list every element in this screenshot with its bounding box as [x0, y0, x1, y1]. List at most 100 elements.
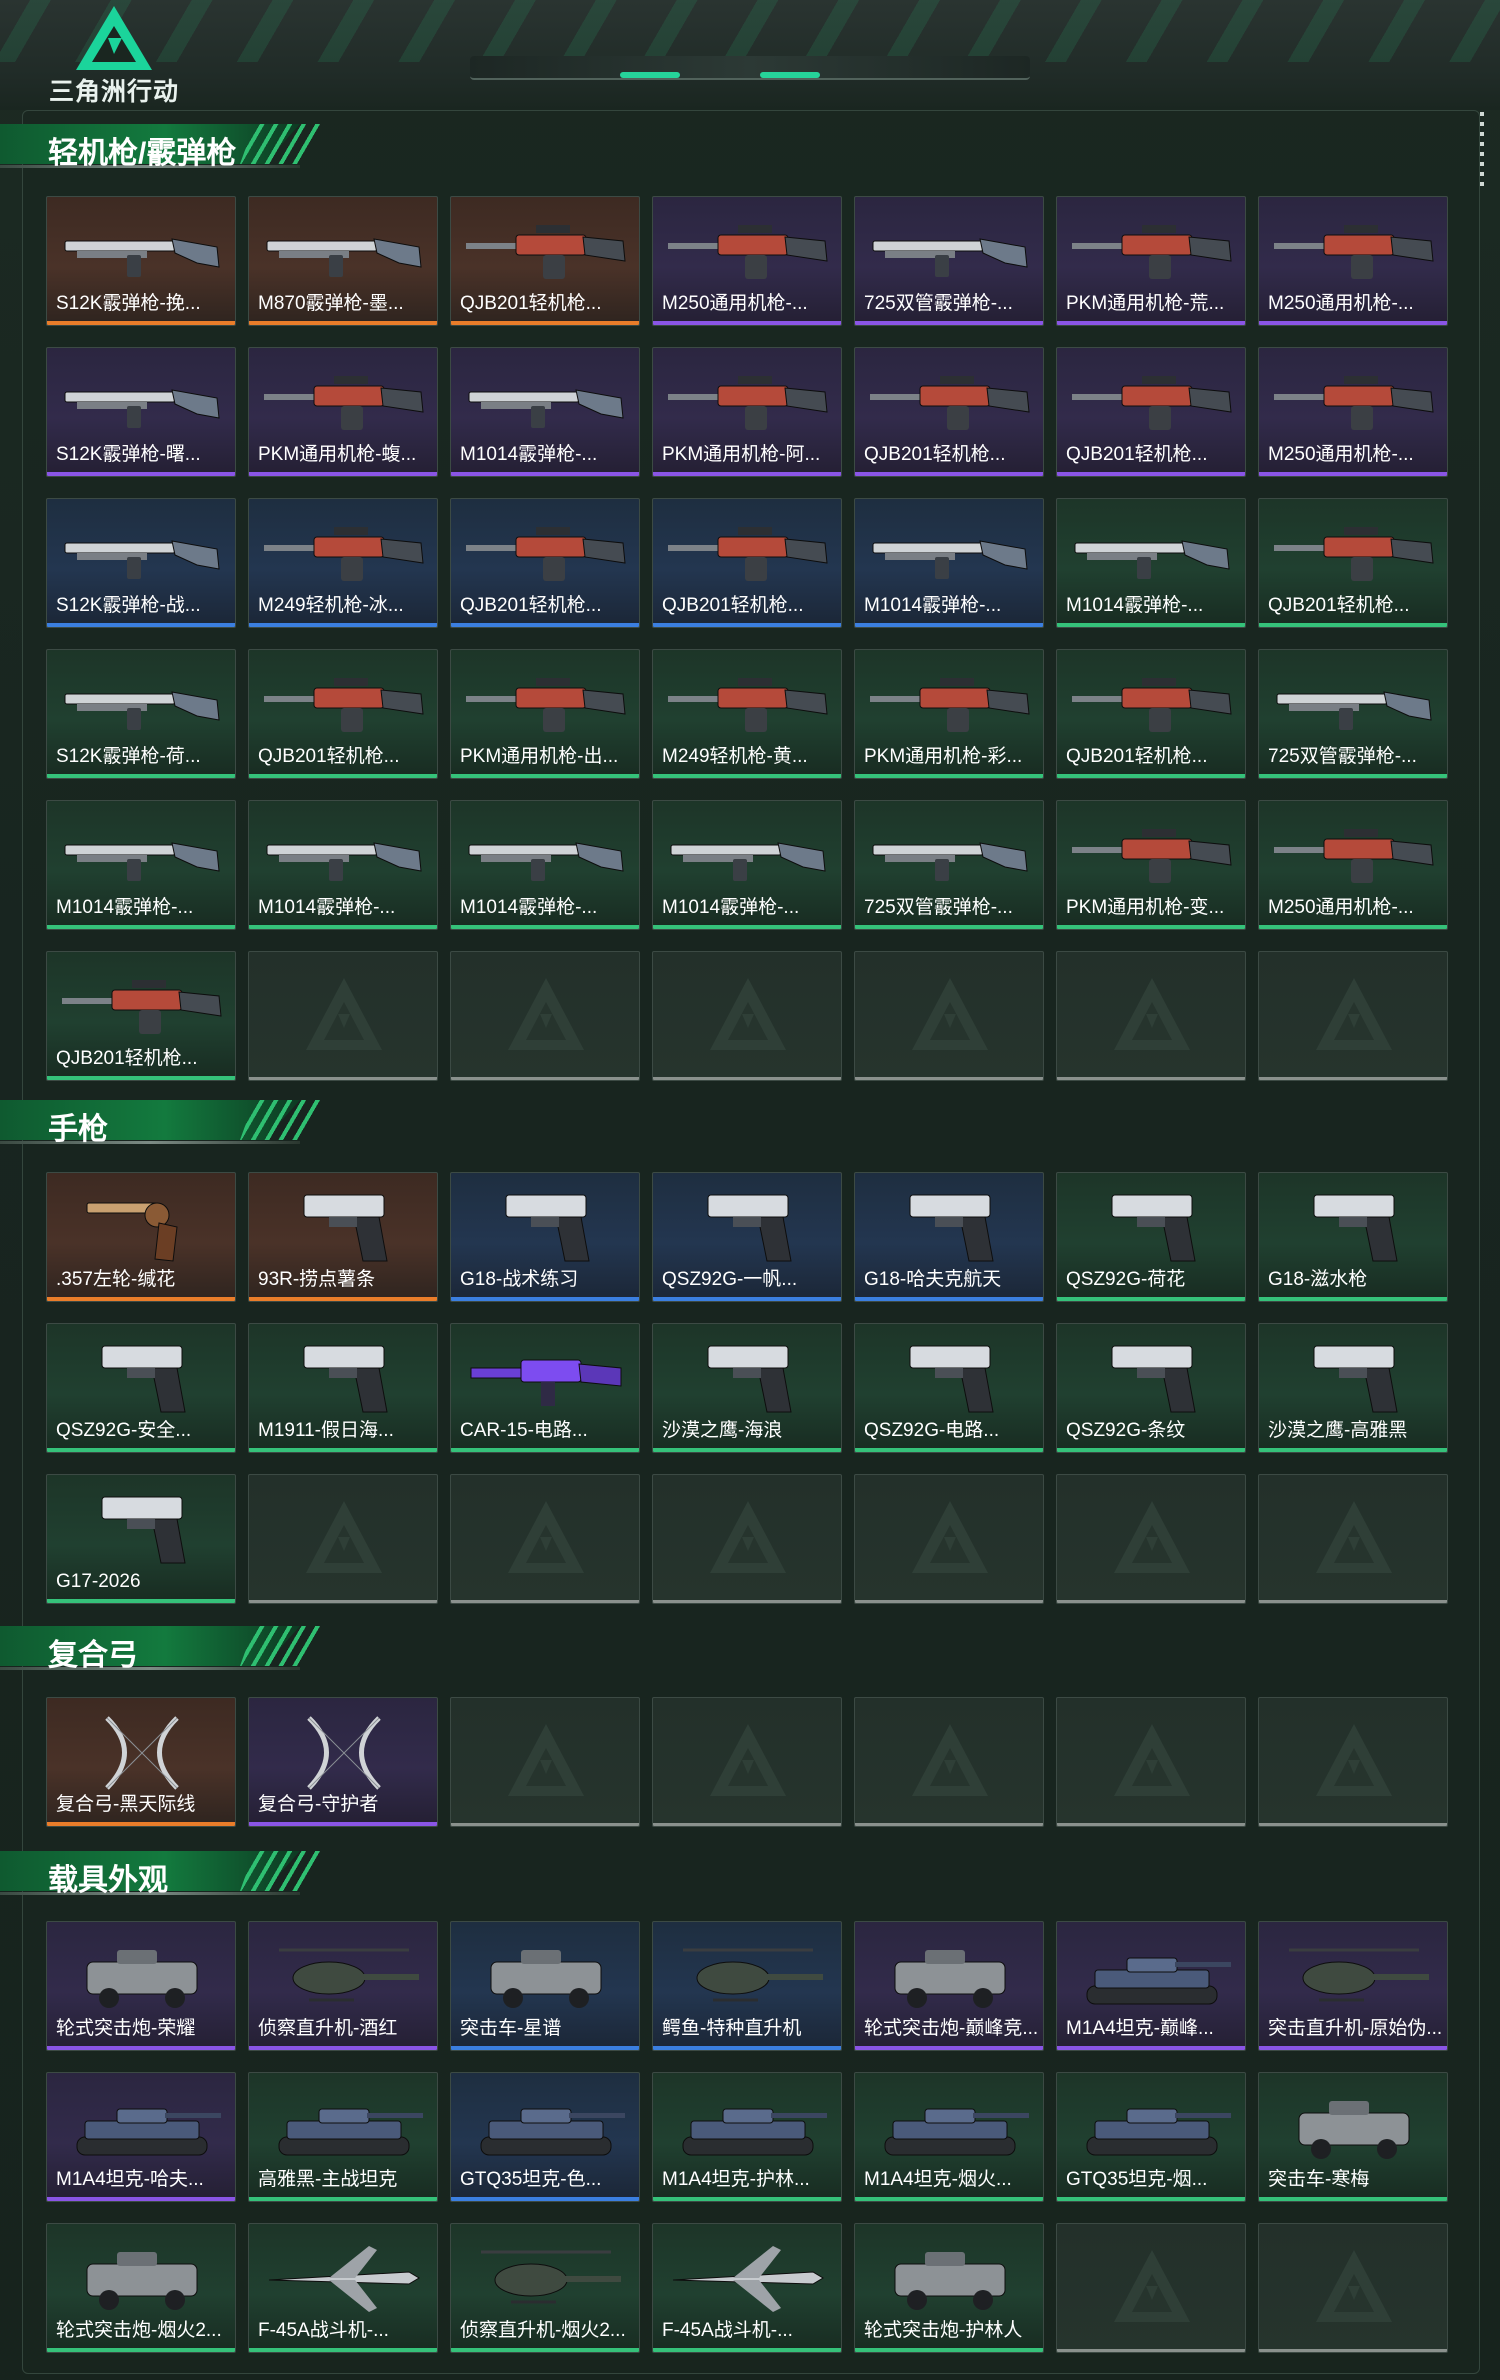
item-card[interactable]: G18-哈夫克航天 [854, 1172, 1044, 1302]
item-card[interactable]: 高雅黑-主战坦克 [248, 2072, 438, 2202]
placeholder-logo-icon [1316, 978, 1392, 1050]
item-card[interactable]: QJB201轻机枪... [450, 498, 640, 628]
item-card[interactable]: CAR-15-电路... [450, 1323, 640, 1453]
item-card[interactable]: M870霰弹枪-墨... [248, 196, 438, 326]
item-card[interactable]: M250通用机枪-... [1258, 196, 1448, 326]
item-card[interactable]: G18-滋水枪 [1258, 1172, 1448, 1302]
item-card[interactable]: S12K霰弹枪-挽... [46, 196, 236, 326]
item-card[interactable]: 93R-捞点薯条 [248, 1172, 438, 1302]
item-card[interactable]: 复合弓-守护者 [248, 1697, 438, 1827]
item-card[interactable]: PKM通用机枪-彩... [854, 649, 1044, 779]
item-card[interactable]: PKM通用机枪-变... [1056, 800, 1246, 930]
empty-slot [450, 1697, 640, 1827]
item-card[interactable]: GTQ35坦克-烟... [1056, 2072, 1246, 2202]
empty-slot [450, 1474, 640, 1604]
item-card[interactable]: QSZ92G-一帆... [652, 1172, 842, 1302]
item-card[interactable]: QJB201轻机枪... [1056, 347, 1246, 477]
item-card[interactable]: M1014霰弹枪-... [248, 800, 438, 930]
item-card[interactable]: G17-2026 [46, 1474, 236, 1604]
item-card[interactable]: 突击车-寒梅 [1258, 2072, 1448, 2202]
item-card[interactable]: M1014霰弹枪-... [450, 347, 640, 477]
item-card[interactable]: GTQ35坦克-色... [450, 2072, 640, 2202]
item-card[interactable]: QJB201轻机枪... [1258, 498, 1448, 628]
lmg-icon [1274, 225, 1434, 279]
item-card[interactable]: 沙漠之鹰-高雅黑 [1258, 1323, 1448, 1453]
item-card[interactable]: M1014霰弹枪-... [1056, 498, 1246, 628]
item-card[interactable]: 轮式突击炮-荣耀 [46, 1921, 236, 2051]
empty-slot [1258, 1474, 1448, 1604]
shotgun-icon [468, 389, 624, 428]
item-card[interactable]: S12K霰弹枪-曙... [46, 347, 236, 477]
placeholder-logo-icon [508, 978, 584, 1050]
item-card[interactable]: PKM通用机枪-蝮... [248, 347, 438, 477]
item-card[interactable]: 复合弓-黑天际线 [46, 1697, 236, 1827]
item-label: M249轻机枪-黄... [662, 746, 808, 767]
item-card[interactable]: M249轻机枪-黄... [652, 649, 842, 779]
item-card[interactable]: M250通用机枪-... [1258, 347, 1448, 477]
item-card[interactable]: .357左轮-缄花 [46, 1172, 236, 1302]
item-card[interactable]: QSZ92G-安全... [46, 1323, 236, 1453]
item-card[interactable]: 侦察直升机-酒红 [248, 1921, 438, 2051]
rarity-bar [855, 321, 1043, 325]
item-card[interactable]: M1A4坦克-烟火... [854, 2072, 1044, 2202]
rarity-bar [249, 1822, 437, 1826]
item-card[interactable]: 鳄鱼-特种直升机 [652, 1921, 842, 2051]
item-card[interactable]: 沙漠之鹰-海浪 [652, 1323, 842, 1453]
section-header-underline [0, 1667, 300, 1670]
item-card[interactable]: S12K霰弹枪-战... [46, 498, 236, 628]
item-card[interactable]: M1A4坦克-巅峰... [1056, 1921, 1246, 2051]
rarity-bar [855, 1297, 1043, 1301]
logo-text: 三角洲行动 [48, 78, 179, 106]
item-label: QSZ92G-安全... [56, 1420, 192, 1441]
item-card[interactable]: M1014霰弹枪-... [652, 800, 842, 930]
item-card[interactable]: QSZ92G-条纹 [1056, 1323, 1246, 1453]
shotgun-icon [670, 842, 826, 881]
item-card[interactable]: 725双管霰弹枪-... [1258, 649, 1448, 779]
item-card[interactable]: 轮式突击炮-巅峰竞... [854, 1921, 1044, 2051]
rarity-bar [47, 2348, 235, 2352]
item-label: M1014霰弹枪-... [460, 444, 598, 465]
item-card[interactable]: M250通用机枪-... [1258, 800, 1448, 930]
item-card[interactable]: M1A4坦克-哈夫... [46, 2072, 236, 2202]
item-card[interactable]: QSZ92G-电路... [854, 1323, 1044, 1453]
item-card[interactable]: 侦察直升机-烟火2... [450, 2223, 640, 2353]
rarity-bar [249, 1297, 437, 1301]
item-card[interactable]: F-45A战斗机-... [248, 2223, 438, 2353]
item-card[interactable]: M1014霰弹枪-... [46, 800, 236, 930]
item-card[interactable]: QJB201轻机枪... [854, 347, 1044, 477]
item-card[interactable]: 突击直升机-原始伪... [1258, 1921, 1448, 2051]
item-card[interactable]: PKM通用机枪-出... [450, 649, 640, 779]
item-card[interactable]: PKM通用机枪-荒... [1056, 196, 1246, 326]
item-card[interactable]: M1911-假日海... [248, 1323, 438, 1453]
item-card[interactable]: M1014霰弹枪-... [450, 800, 640, 930]
item-card[interactable]: 轮式突击炮-烟火2... [46, 2223, 236, 2353]
item-label: M1014霰弹枪-... [56, 897, 194, 918]
item-card[interactable]: M250通用机枪-... [652, 196, 842, 326]
item-card[interactable]: QSZ92G-荷花 [1056, 1172, 1246, 1302]
item-card[interactable]: M1014霰弹枪-... [854, 498, 1044, 628]
item-card[interactable]: QJB201轻机枪... [46, 951, 236, 1081]
empty-slot [854, 1697, 1044, 1827]
item-label: 93R-捞点薯条 [258, 1269, 376, 1290]
item-card[interactable]: S12K霰弹枪-荷... [46, 649, 236, 779]
item-card[interactable]: QJB201轻机枪... [248, 649, 438, 779]
rarity-bar [451, 774, 639, 778]
item-label: M250通用机枪-... [1268, 897, 1414, 918]
item-card[interactable]: F-45A战斗机-... [652, 2223, 842, 2353]
item-card[interactable]: M249轻机枪-冰... [248, 498, 438, 628]
scroll-indicator[interactable] [1480, 112, 1484, 192]
shotgun-icon [266, 238, 422, 277]
item-card[interactable]: 725双管霰弹枪-... [854, 196, 1044, 326]
item-card[interactable]: M1A4坦克-护林... [652, 2072, 842, 2202]
item-label: PKM通用机枪-蝮... [258, 444, 417, 465]
item-card[interactable]: QJB201轻机枪... [652, 498, 842, 628]
item-card[interactable]: QJB201轻机枪... [450, 196, 640, 326]
item-card[interactable]: QJB201轻机枪... [1056, 649, 1246, 779]
item-card[interactable]: 725双管霰弹枪-... [854, 800, 1044, 930]
rarity-bar [1259, 1297, 1447, 1301]
item-card[interactable]: PKM通用机枪-阿... [652, 347, 842, 477]
item-card[interactable]: 轮式突击炮-护林人 [854, 2223, 1044, 2353]
item-card[interactable]: 突击车-星谱 [450, 1921, 640, 2051]
shotgun-icon [64, 389, 220, 428]
item-card[interactable]: G18-战术练习 [450, 1172, 640, 1302]
